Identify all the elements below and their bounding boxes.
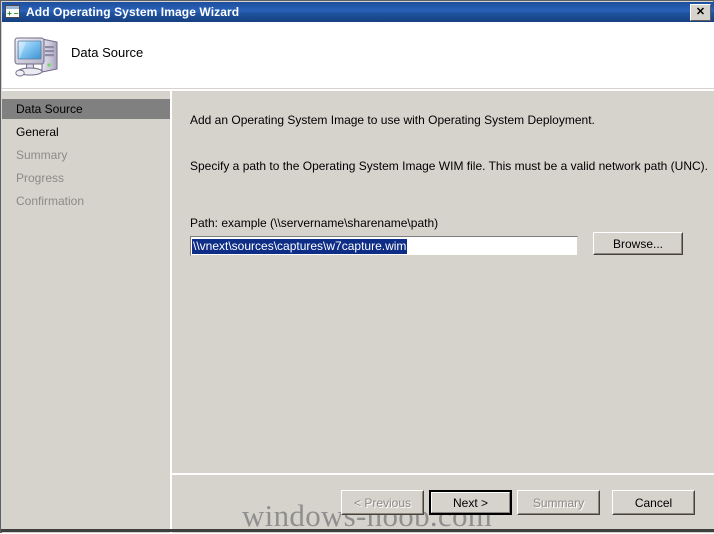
sidebar-item-confirmation: Confirmation (16, 194, 85, 208)
footer-divider (172, 473, 714, 475)
previous-button: < Previous (341, 490, 424, 515)
computer-icon (12, 29, 62, 79)
header-band: Data Source (2, 22, 714, 89)
sidebar-item-progress: Progress (16, 171, 65, 185)
path-input-value[interactable]: \\vnext\sources\captures\w7capture.wim (192, 239, 408, 254)
browse-button-label: Browse... (612, 236, 663, 251)
next-button[interactable]: Next > (429, 490, 512, 515)
cancel-button[interactable]: Cancel (612, 490, 695, 515)
window-title: Add Operating System Image Wizard (26, 5, 240, 19)
wizard-window-icon: + − (5, 4, 21, 20)
instruction-text: Specify a path to the Operating System I… (190, 159, 708, 173)
previous-button-label: < Previous (353, 495, 412, 510)
path-label: Path: example (\\servername\sharename\pa… (190, 216, 439, 230)
title-bar[interactable]: + − Add Operating System Image Wizard ✕ (2, 2, 714, 22)
browse-button[interactable]: Browse... (593, 232, 683, 255)
next-button-label: Next > (452, 495, 488, 510)
page-title: Data Source (71, 45, 144, 60)
summary-button: Summary (517, 490, 600, 515)
sidebar-item-general[interactable]: General (2, 122, 170, 142)
cancel-button-label: Cancel (634, 495, 673, 510)
sidebar-item-data-source[interactable]: Data Source (2, 99, 170, 119)
intro-text: Add an Operating System Image to use wit… (190, 113, 595, 127)
wizard-window: + − Add Operating System Image Wizard ✕ (0, 0, 714, 533)
wizard-body: Add an Operating System Image to use wit… (172, 91, 714, 533)
wizard-step-list: Data Source General Summary Progress Con… (2, 91, 170, 533)
window-bottom-edge (1, 529, 714, 532)
sidebar-item-summary: Summary (16, 148, 68, 162)
path-input[interactable]: \\vnext\sources\captures\w7capture.wim (190, 236, 578, 256)
close-icon[interactable]: ✕ (690, 4, 711, 21)
summary-button-label: Summary (532, 495, 585, 510)
